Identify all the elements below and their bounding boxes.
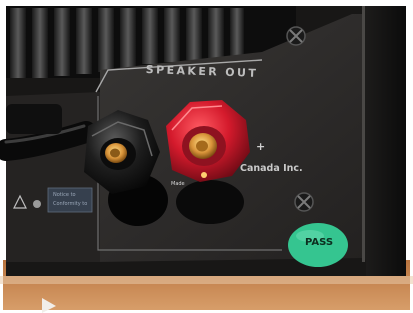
made-label: Made (171, 181, 185, 187)
manufacturer-label: Canada Inc. (240, 163, 303, 174)
small-led-left (33, 200, 41, 208)
cabinet-side-wall (362, 6, 406, 276)
mounting-screw-bottom (294, 192, 314, 212)
red-binding-post (166, 100, 250, 224)
cabinet-edge-highlight (362, 6, 365, 262)
bottom-floor-edge (0, 276, 413, 284)
photo-scene (0, 0, 413, 313)
mounting-screw-top (286, 26, 306, 46)
notice-label-line-2: Conformity to (53, 201, 88, 207)
notice-label-line-1: Notice to (53, 192, 76, 198)
pass-sticker-text: PASS (304, 237, 334, 248)
positive-sign: + (256, 140, 266, 153)
